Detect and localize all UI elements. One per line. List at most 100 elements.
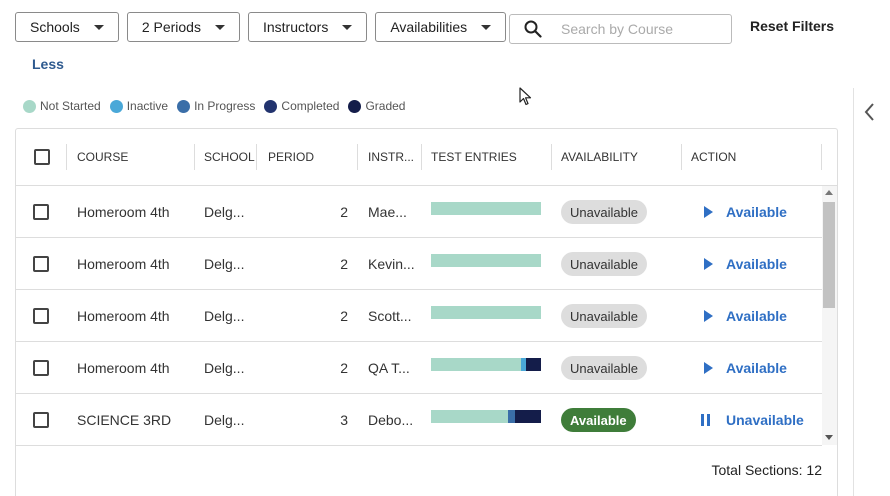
test-entries-bar	[431, 202, 541, 215]
header-instructor[interactable]: INSTR...	[358, 129, 422, 185]
scroll-up-arrow-icon[interactable]	[825, 190, 833, 195]
row-checkbox[interactable]	[33, 255, 49, 272]
table-scrollbar[interactable]	[822, 186, 837, 445]
legend-dot-icon	[109, 99, 123, 113]
row-select-cell	[33, 394, 49, 445]
row-checkbox[interactable]	[33, 359, 49, 376]
scrollbar-thumb[interactable]	[823, 202, 835, 308]
select-all-checkbox[interactable]	[33, 149, 50, 165]
toggle-availability-button[interactable]: Available	[701, 290, 787, 341]
header-action[interactable]: ACTION	[682, 129, 822, 185]
legend-item-not-started: Not Started	[23, 99, 101, 113]
legend-item-in-progress: In Progress	[177, 99, 255, 113]
header-course[interactable]: COURSE	[67, 129, 195, 185]
bar-segment-graded	[514, 410, 541, 423]
search-input[interactable]	[559, 20, 713, 38]
mouse-cursor-icon	[519, 87, 532, 106]
schools-filter-label: Schools	[30, 19, 80, 35]
periods-filter-button[interactable]: 2 Periods	[126, 12, 240, 42]
sections-table: COURSE SCHOOL PERIOD INSTR... TEST ENTRI…	[15, 128, 838, 496]
legend-label: Inactive	[126, 99, 169, 113]
legend-dot-icon	[23, 99, 36, 113]
instructor-cell: Scott...	[368, 307, 412, 324]
bar-segment-not-started	[431, 202, 541, 215]
row-checkbox[interactable]	[33, 307, 49, 324]
school-cell: Delg...	[204, 307, 245, 324]
course-cell: Homeroom 4th	[77, 255, 170, 272]
availabilities-filter-button[interactable]: Availabilities	[375, 12, 507, 42]
instructor-cell: Kevin...	[368, 255, 415, 272]
toggle-availability-button[interactable]: Available	[701, 238, 787, 289]
row-select-cell	[33, 342, 49, 393]
bar-segment-graded	[525, 358, 541, 371]
school-cell: Delg...	[204, 411, 245, 428]
period-cell: 2	[340, 307, 348, 324]
toggle-availability-button[interactable]: Unavailable	[701, 394, 804, 445]
row-select-cell	[33, 290, 49, 341]
test-entries-bar	[431, 410, 541, 423]
period-cell: 2	[340, 359, 348, 376]
row-checkbox[interactable]	[33, 411, 49, 428]
reset-filters-button[interactable]: Reset Filters	[750, 18, 834, 34]
total-sections-count: Total Sections: 12	[711, 462, 822, 478]
instructor-cell: QA T...	[368, 359, 410, 376]
instructors-filter-label: Instructors	[262, 19, 329, 35]
table-footer: Total Sections: 12	[16, 446, 837, 496]
availability-status-badge: Unavailable	[561, 356, 647, 380]
table-row: Homeroom 4th Delg... 2 Mae... Unavailable Ava…	[16, 186, 822, 238]
legend-dot-icon	[348, 99, 362, 113]
chevron-left-icon[interactable]	[863, 102, 877, 122]
legend-dot-icon	[177, 99, 191, 113]
school-cell: Delg...	[204, 359, 245, 376]
action-label: Available	[726, 203, 787, 220]
legend-item-completed: Completed	[264, 99, 339, 113]
row-checkbox[interactable]	[33, 203, 49, 220]
header-test-entries[interactable]: TEST ENTRIES	[422, 129, 552, 185]
header-period[interactable]: PERIOD	[257, 129, 358, 185]
header-availability-label: AVAILABILITY	[561, 150, 638, 164]
bar-segment-not-started	[431, 410, 508, 423]
toggle-availability-button[interactable]: Available	[701, 342, 787, 393]
chevron-down-icon	[93, 24, 104, 30]
periods-filter-label: 2 Periods	[141, 19, 201, 35]
instructor-cell: Mae...	[368, 203, 407, 220]
table-row: Homeroom 4th Delg... 2 Kevin... Unavailable A…	[16, 238, 822, 290]
toggle-availability-button[interactable]: Available	[701, 186, 787, 237]
less-toggle-link[interactable]: Less	[32, 56, 64, 72]
chevron-down-icon	[214, 24, 225, 30]
row-select-cell	[33, 238, 49, 289]
chevron-down-icon	[342, 24, 353, 30]
legend-item-inactive: Inactive	[109, 99, 169, 113]
play-icon	[701, 205, 719, 218]
side-panel	[853, 88, 890, 496]
play-icon	[701, 361, 719, 374]
header-course-label: COURSE	[77, 150, 129, 164]
row-select-cell	[33, 186, 49, 237]
legend-label: Graded	[365, 99, 406, 113]
header-action-label: ACTION	[691, 150, 737, 164]
header-instructor-label: INSTR...	[368, 150, 415, 164]
scroll-down-arrow-icon[interactable]	[825, 435, 833, 440]
school-cell: Delg...	[204, 203, 245, 220]
schools-filter-button[interactable]: Schools	[15, 12, 119, 42]
availability-status-badge: Unavailable	[561, 200, 647, 224]
chevron-down-icon	[481, 24, 492, 30]
search-icon	[524, 20, 542, 38]
instructors-filter-button[interactable]: Instructors	[247, 12, 368, 42]
test-entries-bar	[431, 358, 541, 371]
search-box	[509, 14, 732, 44]
header-period-label: PERIOD	[268, 150, 315, 164]
legend-item-graded: Graded	[348, 99, 405, 113]
header-select-cell	[16, 129, 67, 185]
pause-icon	[701, 413, 719, 426]
header-school-label: SCHOOL	[204, 150, 255, 164]
bar-segment-not-started	[431, 358, 522, 371]
header-availability[interactable]: AVAILABILITY	[552, 129, 682, 185]
header-school[interactable]: SCHOOL	[195, 129, 257, 185]
action-label: Available	[726, 359, 787, 376]
action-label: Unavailable	[726, 411, 804, 428]
availability-status-badge: Unavailable	[561, 304, 647, 328]
course-cell: SCIENCE 3RD	[77, 411, 172, 428]
course-cell: Homeroom 4th	[77, 359, 170, 376]
availability-status-badge: Unavailable	[561, 252, 647, 276]
